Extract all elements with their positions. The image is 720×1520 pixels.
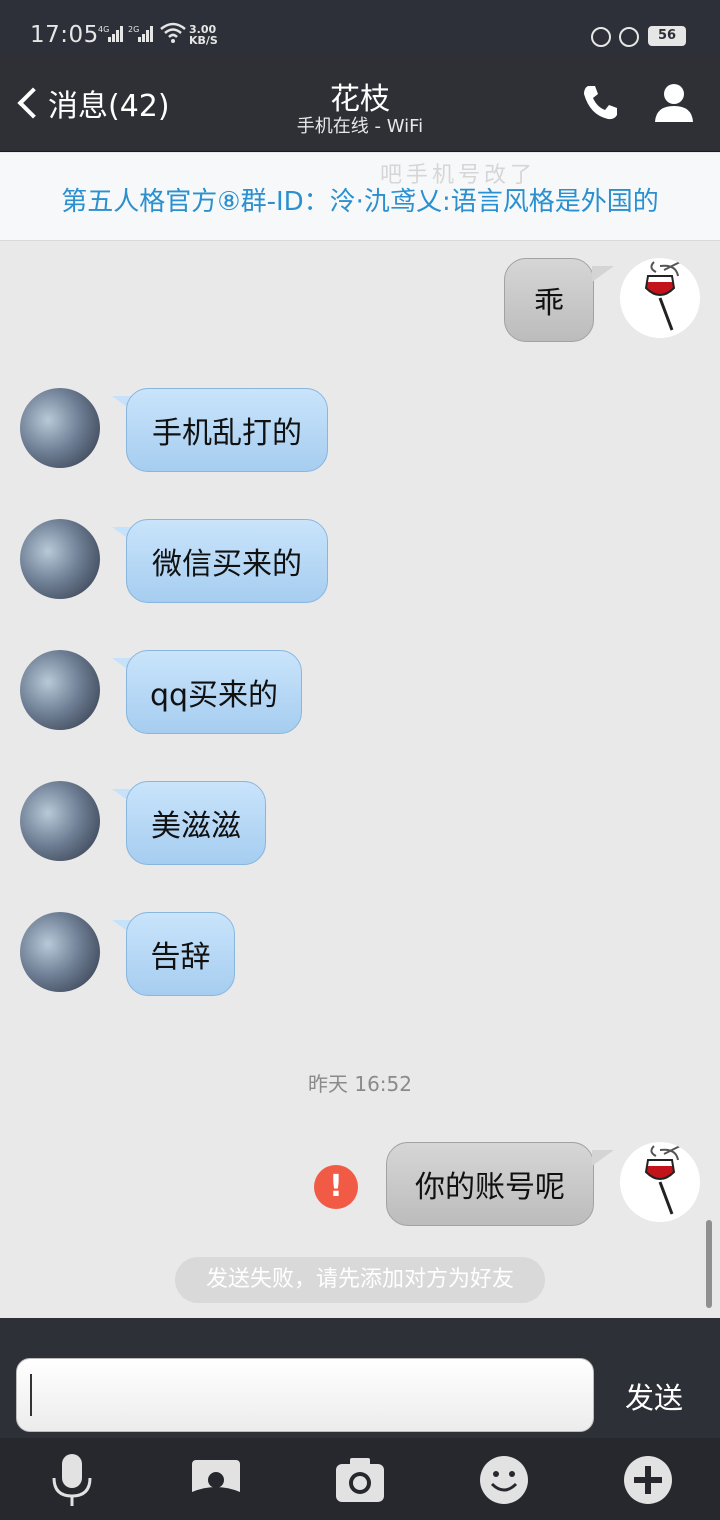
- phone-icon[interactable]: [578, 80, 622, 124]
- signal-4g-icon: 4G: [98, 26, 123, 42]
- plus-icon[interactable]: [620, 1452, 676, 1508]
- contact-avatar[interactable]: [20, 650, 100, 730]
- image-icon[interactable]: [188, 1452, 244, 1508]
- wifi-icon: [160, 22, 186, 43]
- battery-icon: 56: [648, 26, 686, 46]
- my-avatar[interactable]: [620, 1142, 700, 1222]
- message-bubble[interactable]: 手机乱打的: [126, 388, 328, 472]
- contact-avatar[interactable]: [20, 912, 100, 992]
- message-bubble[interactable]: qq买来的: [126, 650, 302, 734]
- bubble-tail: [592, 266, 614, 282]
- send-failed-notice: 发送失败，请先添加对方为好友: [175, 1257, 545, 1303]
- chat-header: 消息(42) 花枝 手机在线 - WiFi: [0, 54, 720, 152]
- status-bar: 17:05 4G 2G 3.00 KB/S 56: [0, 0, 720, 54]
- profile-icon[interactable]: [652, 80, 696, 124]
- failed-message-bubble[interactable]: 你的账号呢: [386, 1142, 594, 1226]
- notice-text: 第五人格官方⑧群-ID：泠·氿鸢乂:语言风格是外国的: [61, 187, 659, 217]
- message-text: 告辞: [150, 940, 211, 975]
- message-text: 手机乱打的: [152, 416, 302, 451]
- message-text: 乖: [534, 286, 564, 321]
- message-text: qq买来的: [149, 678, 279, 713]
- message-input[interactable]: [16, 1358, 594, 1432]
- scrollbar[interactable]: [706, 1220, 712, 1308]
- signal-2g-icon: 2G: [128, 26, 153, 42]
- alarm-icon: [619, 27, 639, 47]
- bottom-toolbar: [0, 1438, 720, 1520]
- camera-icon[interactable]: [332, 1452, 388, 1508]
- my-avatar[interactable]: [620, 258, 700, 338]
- network-speed: 3.00 KB/S: [189, 24, 218, 46]
- status-time: 17:05: [30, 22, 99, 48]
- group-notice-banner[interactable]: 吧手机号改了 第五人格官方⑧群-ID：泠·氿鸢乂:语言风格是外国的: [0, 153, 720, 241]
- network-speed-unit: KB/S: [189, 34, 218, 47]
- contact-avatar[interactable]: [20, 388, 100, 468]
- message-text: 美滋滋: [151, 809, 241, 844]
- contact-avatar[interactable]: [20, 519, 100, 599]
- input-area: 发送: [0, 1318, 720, 1438]
- message-bubble[interactable]: 告辞: [126, 912, 235, 996]
- send-failed-icon[interactable]: !: [314, 1165, 358, 1209]
- message-bubble[interactable]: 美滋滋: [126, 781, 266, 865]
- message-bubble[interactable]: 微信买来的: [126, 519, 328, 603]
- bubble-tail: [592, 1150, 614, 1166]
- message-text: 微信买来的: [152, 547, 302, 582]
- emoji-icon[interactable]: [476, 1452, 532, 1508]
- microphone-icon[interactable]: [44, 1452, 100, 1508]
- contact-avatar[interactable]: [20, 781, 100, 861]
- wine-glass-icon: [644, 261, 681, 331]
- rotation-lock-icon: [591, 27, 611, 47]
- message-text: 你的账号呢: [415, 1170, 565, 1205]
- wine-glass-icon: [644, 1145, 681, 1215]
- message-timestamp: 昨天 16:52: [308, 1072, 412, 1096]
- send-button[interactable]: 发送: [612, 1376, 696, 1420]
- message-bubble[interactable]: 乖: [504, 258, 594, 342]
- text-caret: [30, 1374, 32, 1416]
